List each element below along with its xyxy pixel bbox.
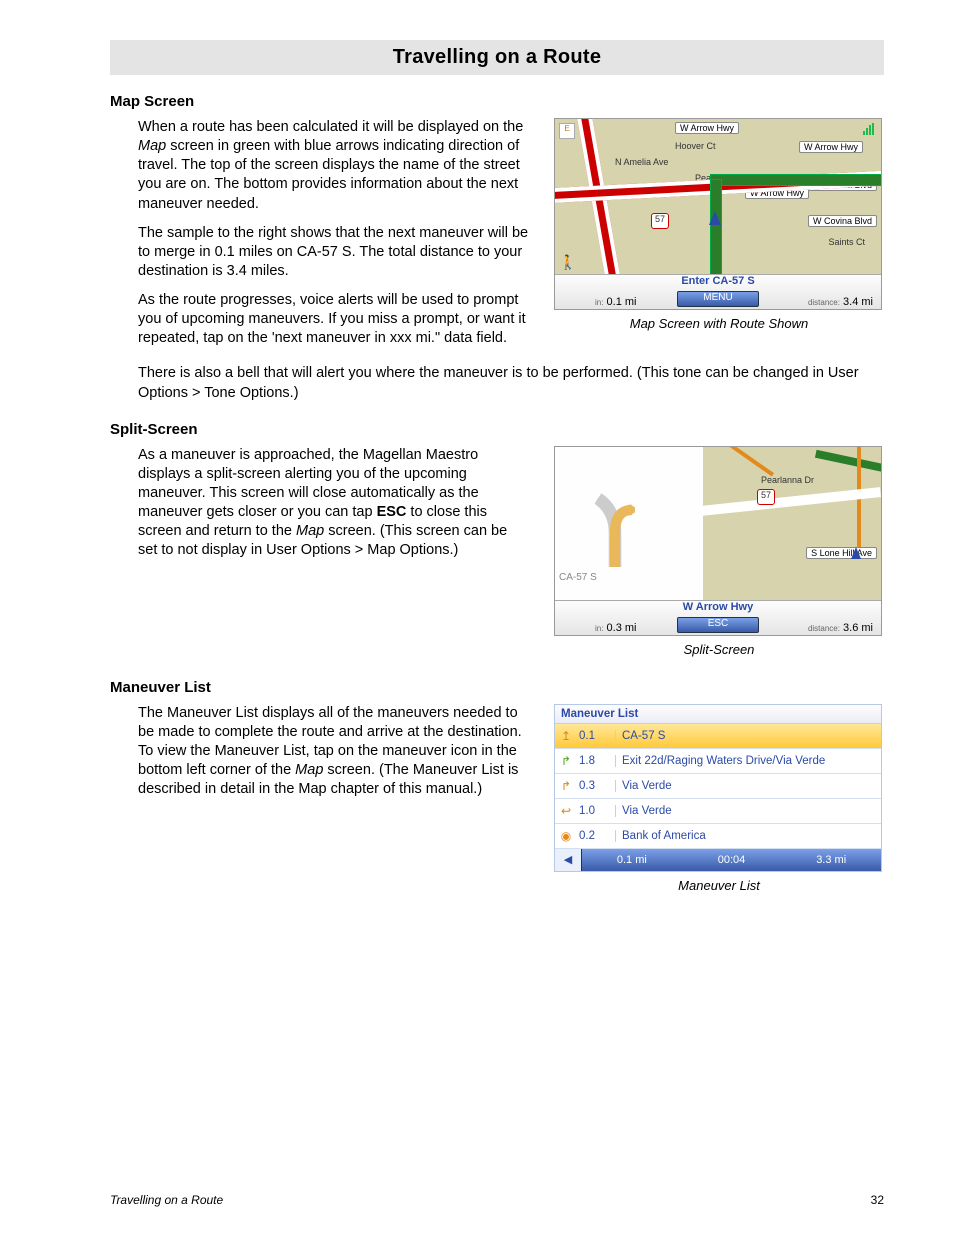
street-name-pill: W Arrow Hwy — [675, 122, 739, 134]
map-label: Hoover Ct — [675, 141, 716, 151]
maneuver-name: Bank of America — [615, 830, 881, 842]
maneuver-icon: ↥ — [555, 729, 577, 743]
maneuver-distance: 0.2 — [577, 830, 615, 842]
map-label: W Arrow Hwy — [799, 141, 863, 153]
figure-caption: Maneuver List — [554, 878, 884, 893]
p-em: Map — [296, 523, 324, 539]
footer-title: Travelling on a Route — [110, 1193, 223, 1207]
maneuver-distance: 1.8 — [577, 755, 615, 767]
maneuver-distance: 0.1 — [577, 730, 615, 742]
p-em: Map — [295, 762, 323, 778]
figure-split-screen: Pearlanna Dr S Lone Hill Ave 57 CA-57 S … — [554, 446, 882, 636]
in-label: in: — [595, 298, 603, 307]
footer-dist-total: 3.3 mi — [781, 854, 881, 866]
p-bold: ESC — [377, 504, 407, 520]
signal-icon — [863, 123, 877, 135]
splitscreen-text: As a maneuver is approached, the Magella… — [138, 446, 530, 571]
heading-split-screen: Split-Screen — [110, 421, 884, 438]
figure-caption: Split-Screen — [554, 642, 884, 657]
maneuver-icon: ↱ — [555, 779, 577, 793]
map-label: W Covina Blvd — [808, 215, 877, 227]
map-label: CA-57 S — [559, 572, 597, 583]
maneuver-name: CA-57 S — [615, 730, 881, 742]
maneuver-row[interactable]: ↩1.0Via Verde — [555, 799, 881, 824]
position-icon — [851, 547, 861, 559]
map-label: Saints Ct — [828, 237, 865, 247]
in-label: in: — [595, 624, 603, 633]
maneuver-name: Via Verde — [615, 780, 881, 792]
maneuver-name: Via Verde — [615, 805, 881, 817]
maneuver-list-footer: ◀ 0.1 mi 00:04 3.3 mi — [555, 849, 881, 871]
page-title-bar: Travelling on a Route — [110, 40, 884, 75]
maneuver-list-title: Maneuver List — [555, 705, 881, 724]
maneuver-icon: ↩ — [555, 804, 577, 818]
maneuver-row[interactable]: ↱0.3Via Verde — [555, 774, 881, 799]
in-value: 0.3 mi — [607, 622, 637, 634]
next-maneuver[interactable]: W Arrow Hwy — [610, 601, 826, 617]
map-bottom-bar: W Arrow Hwy ESC in: 0.3 mi distance: 3.6… — [555, 600, 881, 635]
dist-value: 3.6 mi — [843, 622, 873, 634]
p: As the route progresses, voice alerts wi… — [138, 291, 530, 348]
map-label: N Amelia Ave — [615, 157, 668, 167]
maneuverlist-text: The Maneuver List displays all of the ma… — [138, 704, 530, 810]
highway-shield-icon: 57 — [757, 489, 775, 505]
compass-icon: E — [559, 123, 575, 139]
maneuver-distance: 0.3 — [577, 780, 615, 792]
dist-label: distance: — [808, 624, 840, 633]
dist-value: 3.4 mi — [843, 296, 873, 308]
menu-button[interactable]: MENU — [677, 291, 759, 307]
page-number: 32 — [871, 1193, 884, 1207]
figure-map-screen: E W Arrow Hwy Hoover Ct N Amelia Ave Pea… — [554, 118, 882, 310]
maneuver-distance: 1.0 — [577, 805, 615, 817]
p: There is also a bell that will alert you… — [138, 364, 884, 402]
maneuver-row[interactable]: ◉0.2Bank of America — [555, 824, 881, 849]
highway-shield-icon: 57 — [651, 213, 669, 229]
page-footer: Travelling on a Route 32 — [110, 1193, 884, 1207]
heading-maneuver-list: Maneuver List — [110, 679, 884, 696]
ramp-icon — [595, 467, 635, 587]
p: screen in green with blue arrows indicat… — [138, 138, 520, 211]
pedestrian-icon: 🚶 — [559, 254, 576, 271]
mapscreen-text: When a route has been calculated it will… — [138, 118, 530, 358]
footer-time: 00:04 — [682, 854, 782, 866]
map-bottom-bar: Enter CA-57 S MENU in: 0.1 mi distance: … — [555, 274, 881, 309]
position-icon — [709, 211, 721, 225]
map-label: Pearlanna Dr — [761, 475, 814, 485]
p: When a route has been calculated it will… — [138, 119, 523, 135]
footer-dist-next: 0.1 mi — [582, 854, 682, 866]
figure-maneuver-list: Maneuver List ↥0.1CA-57 S↱1.8Exit 22d/Ra… — [554, 704, 882, 872]
maneuver-row[interactable]: ↱1.8Exit 22d/Raging Waters Drive/Via Ver… — [555, 749, 881, 774]
p: The sample to the right shows that the n… — [138, 224, 530, 281]
map-label: S Lone Hill Ave — [806, 547, 877, 559]
back-button[interactable]: ◀ — [555, 849, 582, 871]
esc-button[interactable]: ESC — [677, 617, 759, 633]
p-em: Map — [138, 138, 166, 154]
heading-map-screen: Map Screen — [110, 93, 884, 110]
in-value: 0.1 mi — [607, 296, 637, 308]
maneuver-name: Exit 22d/Raging Waters Drive/Via Verde — [615, 755, 881, 767]
maneuver-icon: ↱ — [555, 754, 577, 768]
figure-caption: Map Screen with Route Shown — [554, 316, 884, 331]
dist-label: distance: — [808, 298, 840, 307]
maneuver-row[interactable]: ↥0.1CA-57 S — [555, 724, 881, 749]
maneuver-icon: ◉ — [555, 829, 577, 843]
next-maneuver[interactable]: Enter CA-57 S — [610, 275, 826, 291]
